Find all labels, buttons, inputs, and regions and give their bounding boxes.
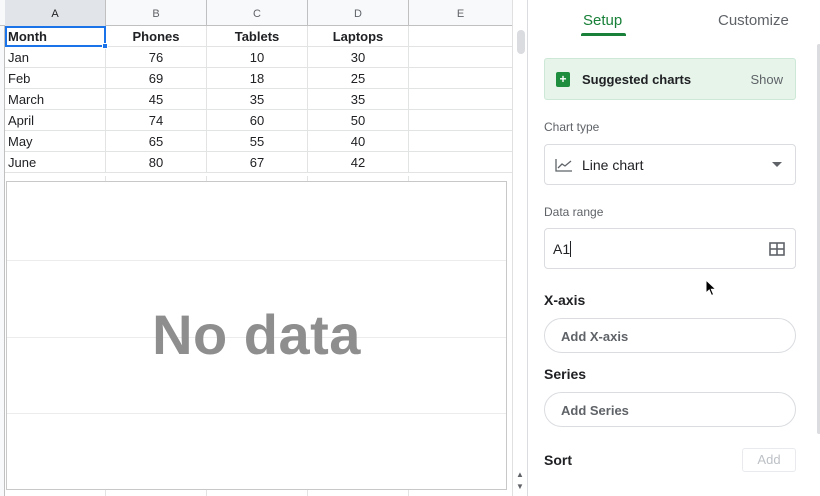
chart-type-dropdown[interactable]: Line chart	[544, 144, 796, 185]
cell[interactable]: 30	[308, 47, 409, 68]
cell[interactable]: 40	[308, 131, 409, 152]
cell[interactable]: 67	[207, 152, 308, 173]
suggested-charts-label: Suggested charts	[582, 72, 692, 87]
x-axis-heading: X-axis	[544, 292, 586, 308]
chart-gridline	[7, 413, 506, 414]
series-heading: Series	[544, 366, 587, 382]
suggested-charts-banner[interactable]: + Suggested charts Show	[544, 58, 796, 100]
cell[interactable]	[409, 26, 512, 47]
mouse-pointer-icon	[705, 279, 717, 297]
cell[interactable]	[409, 110, 512, 131]
cell[interactable]: 45	[106, 89, 207, 110]
add-series-placeholder: Add Series	[561, 403, 629, 418]
cell[interactable]: 25	[308, 68, 409, 89]
cell[interactable]: Laptops	[308, 26, 409, 47]
cell[interactable]: Jan	[5, 47, 106, 68]
chart-no-data-message: No data	[152, 303, 361, 366]
cell[interactable]: 69	[106, 68, 207, 89]
editor-tabs: Setup Customize	[528, 0, 820, 44]
cell[interactable]	[409, 152, 512, 173]
add-chart-icon: +	[556, 72, 570, 87]
column-header-d[interactable]: D	[308, 0, 409, 26]
cell[interactable]: 80	[106, 152, 207, 173]
chevron-down-icon	[772, 162, 782, 167]
column-header-bar: A B C D E	[0, 0, 512, 26]
cell[interactable]: 65	[106, 131, 207, 152]
cell[interactable]: 55	[207, 131, 308, 152]
text-cursor	[570, 241, 571, 257]
cell[interactable]: 50	[308, 110, 409, 131]
add-x-axis-field[interactable]: Add X-axis	[544, 318, 796, 353]
cell[interactable]: May	[5, 131, 106, 152]
table-row: May 65 55 40	[5, 131, 512, 152]
data-range-input[interactable]	[553, 239, 753, 259]
cell[interactable]: 18	[207, 68, 308, 89]
sort-heading: Sort	[544, 452, 572, 468]
scroll-down-arrow-icon[interactable]: ▼	[516, 482, 524, 491]
chart-editor-panel: Setup Customize + Suggested charts Show …	[527, 0, 820, 496]
table-row: March 45 35 35	[5, 89, 512, 110]
cell[interactable]: 60	[207, 110, 308, 131]
column-header-c[interactable]: C	[207, 0, 308, 26]
cell[interactable]: 74	[106, 110, 207, 131]
cell[interactable]	[409, 47, 512, 68]
add-x-axis-placeholder: Add X-axis	[561, 329, 629, 344]
cell-selection-box	[5, 26, 108, 49]
tab-customize[interactable]: Customize	[718, 12, 789, 29]
cell[interactable]: March	[5, 89, 106, 110]
data-range-field[interactable]	[544, 228, 796, 269]
cell[interactable]: Tablets	[207, 26, 308, 47]
table-row: April 74 60 50	[5, 110, 512, 131]
cell[interactable]: 35	[207, 89, 308, 110]
cell[interactable]: 76	[106, 47, 207, 68]
chart-object[interactable]: No data	[6, 181, 507, 490]
cell[interactable]: 10	[207, 47, 308, 68]
add-series-field[interactable]: Add Series	[544, 392, 796, 427]
cell[interactable]	[409, 131, 512, 152]
vertical-scrollbar[interactable]: ▲ ▼	[512, 0, 527, 496]
active-tab-indicator	[581, 33, 626, 36]
scrollbar-thumb[interactable]	[517, 30, 525, 54]
cell[interactable]: June	[5, 152, 106, 173]
column-header-a[interactable]: A	[5, 0, 106, 26]
line-chart-icon	[555, 159, 572, 172]
cell[interactable]: Phones	[106, 26, 207, 47]
cell[interactable]: 42	[308, 152, 409, 173]
table-row: Jan 76 10 30	[5, 47, 512, 68]
sort-add-button[interactable]: Add	[742, 448, 796, 472]
tab-setup[interactable]: Setup	[583, 12, 622, 29]
chart-type-label: Chart type	[544, 120, 600, 134]
table-row: Feb 69 18 25	[5, 68, 512, 89]
table-row: June 80 67 42	[5, 152, 512, 173]
spreadsheet: A B C D E Month Phones Tablets Laptops J…	[0, 0, 527, 496]
cell[interactable]: 35	[308, 89, 409, 110]
cell[interactable]	[409, 89, 512, 110]
cell[interactable]: April	[5, 110, 106, 131]
chart-gridline	[7, 260, 506, 261]
suggested-charts-show-button[interactable]: Show	[750, 72, 783, 87]
grid-select-icon[interactable]	[769, 242, 785, 256]
cell[interactable]	[409, 68, 512, 89]
column-header-b[interactable]: B	[106, 0, 207, 26]
fill-handle[interactable]	[102, 43, 108, 49]
scroll-up-arrow-icon[interactable]: ▲	[516, 470, 524, 479]
data-range-label: Data range	[544, 205, 604, 219]
column-header-e[interactable]: E	[409, 0, 512, 26]
chart-type-value: Line chart	[582, 157, 644, 173]
cell[interactable]: Feb	[5, 68, 106, 89]
